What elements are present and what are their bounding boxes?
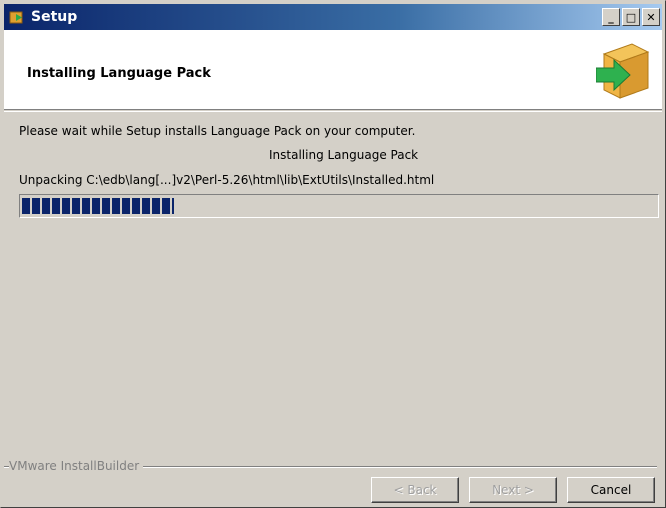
cancel-button[interactable]: Cancel: [567, 477, 655, 503]
unpacking-detail: Unpacking C:\edb\lang[...]v2\Perl-5.26\h…: [19, 173, 435, 187]
brand-label: VMware InstallBuilder: [9, 459, 144, 473]
progress-bar: [19, 194, 659, 218]
install-box-arrow-icon: [595, 38, 652, 100]
page-title: Installing Language Pack: [27, 66, 211, 81]
setup-window: Setup _ □ ✕ Installing Language Pack Ple…: [0, 0, 666, 508]
minimize-button[interactable]: _: [602, 8, 620, 26]
setup-app-icon: [9, 9, 25, 25]
header-divider: [4, 111, 662, 112]
maximize-button[interactable]: □: [622, 8, 640, 26]
wait-message: Please wait while Setup installs Languag…: [19, 124, 416, 138]
status-text: Installing Language Pack: [269, 148, 419, 162]
progress-fill: [22, 198, 175, 214]
title-bar[interactable]: Setup _ □ ✕: [4, 4, 662, 30]
back-button[interactable]: < Back: [371, 477, 459, 503]
window-controls: _ □ ✕: [602, 8, 660, 26]
next-button[interactable]: Next >: [469, 477, 557, 503]
wizard-header: Installing Language Pack: [4, 30, 662, 110]
close-button[interactable]: ✕: [642, 8, 660, 26]
window-title: Setup: [31, 9, 78, 25]
